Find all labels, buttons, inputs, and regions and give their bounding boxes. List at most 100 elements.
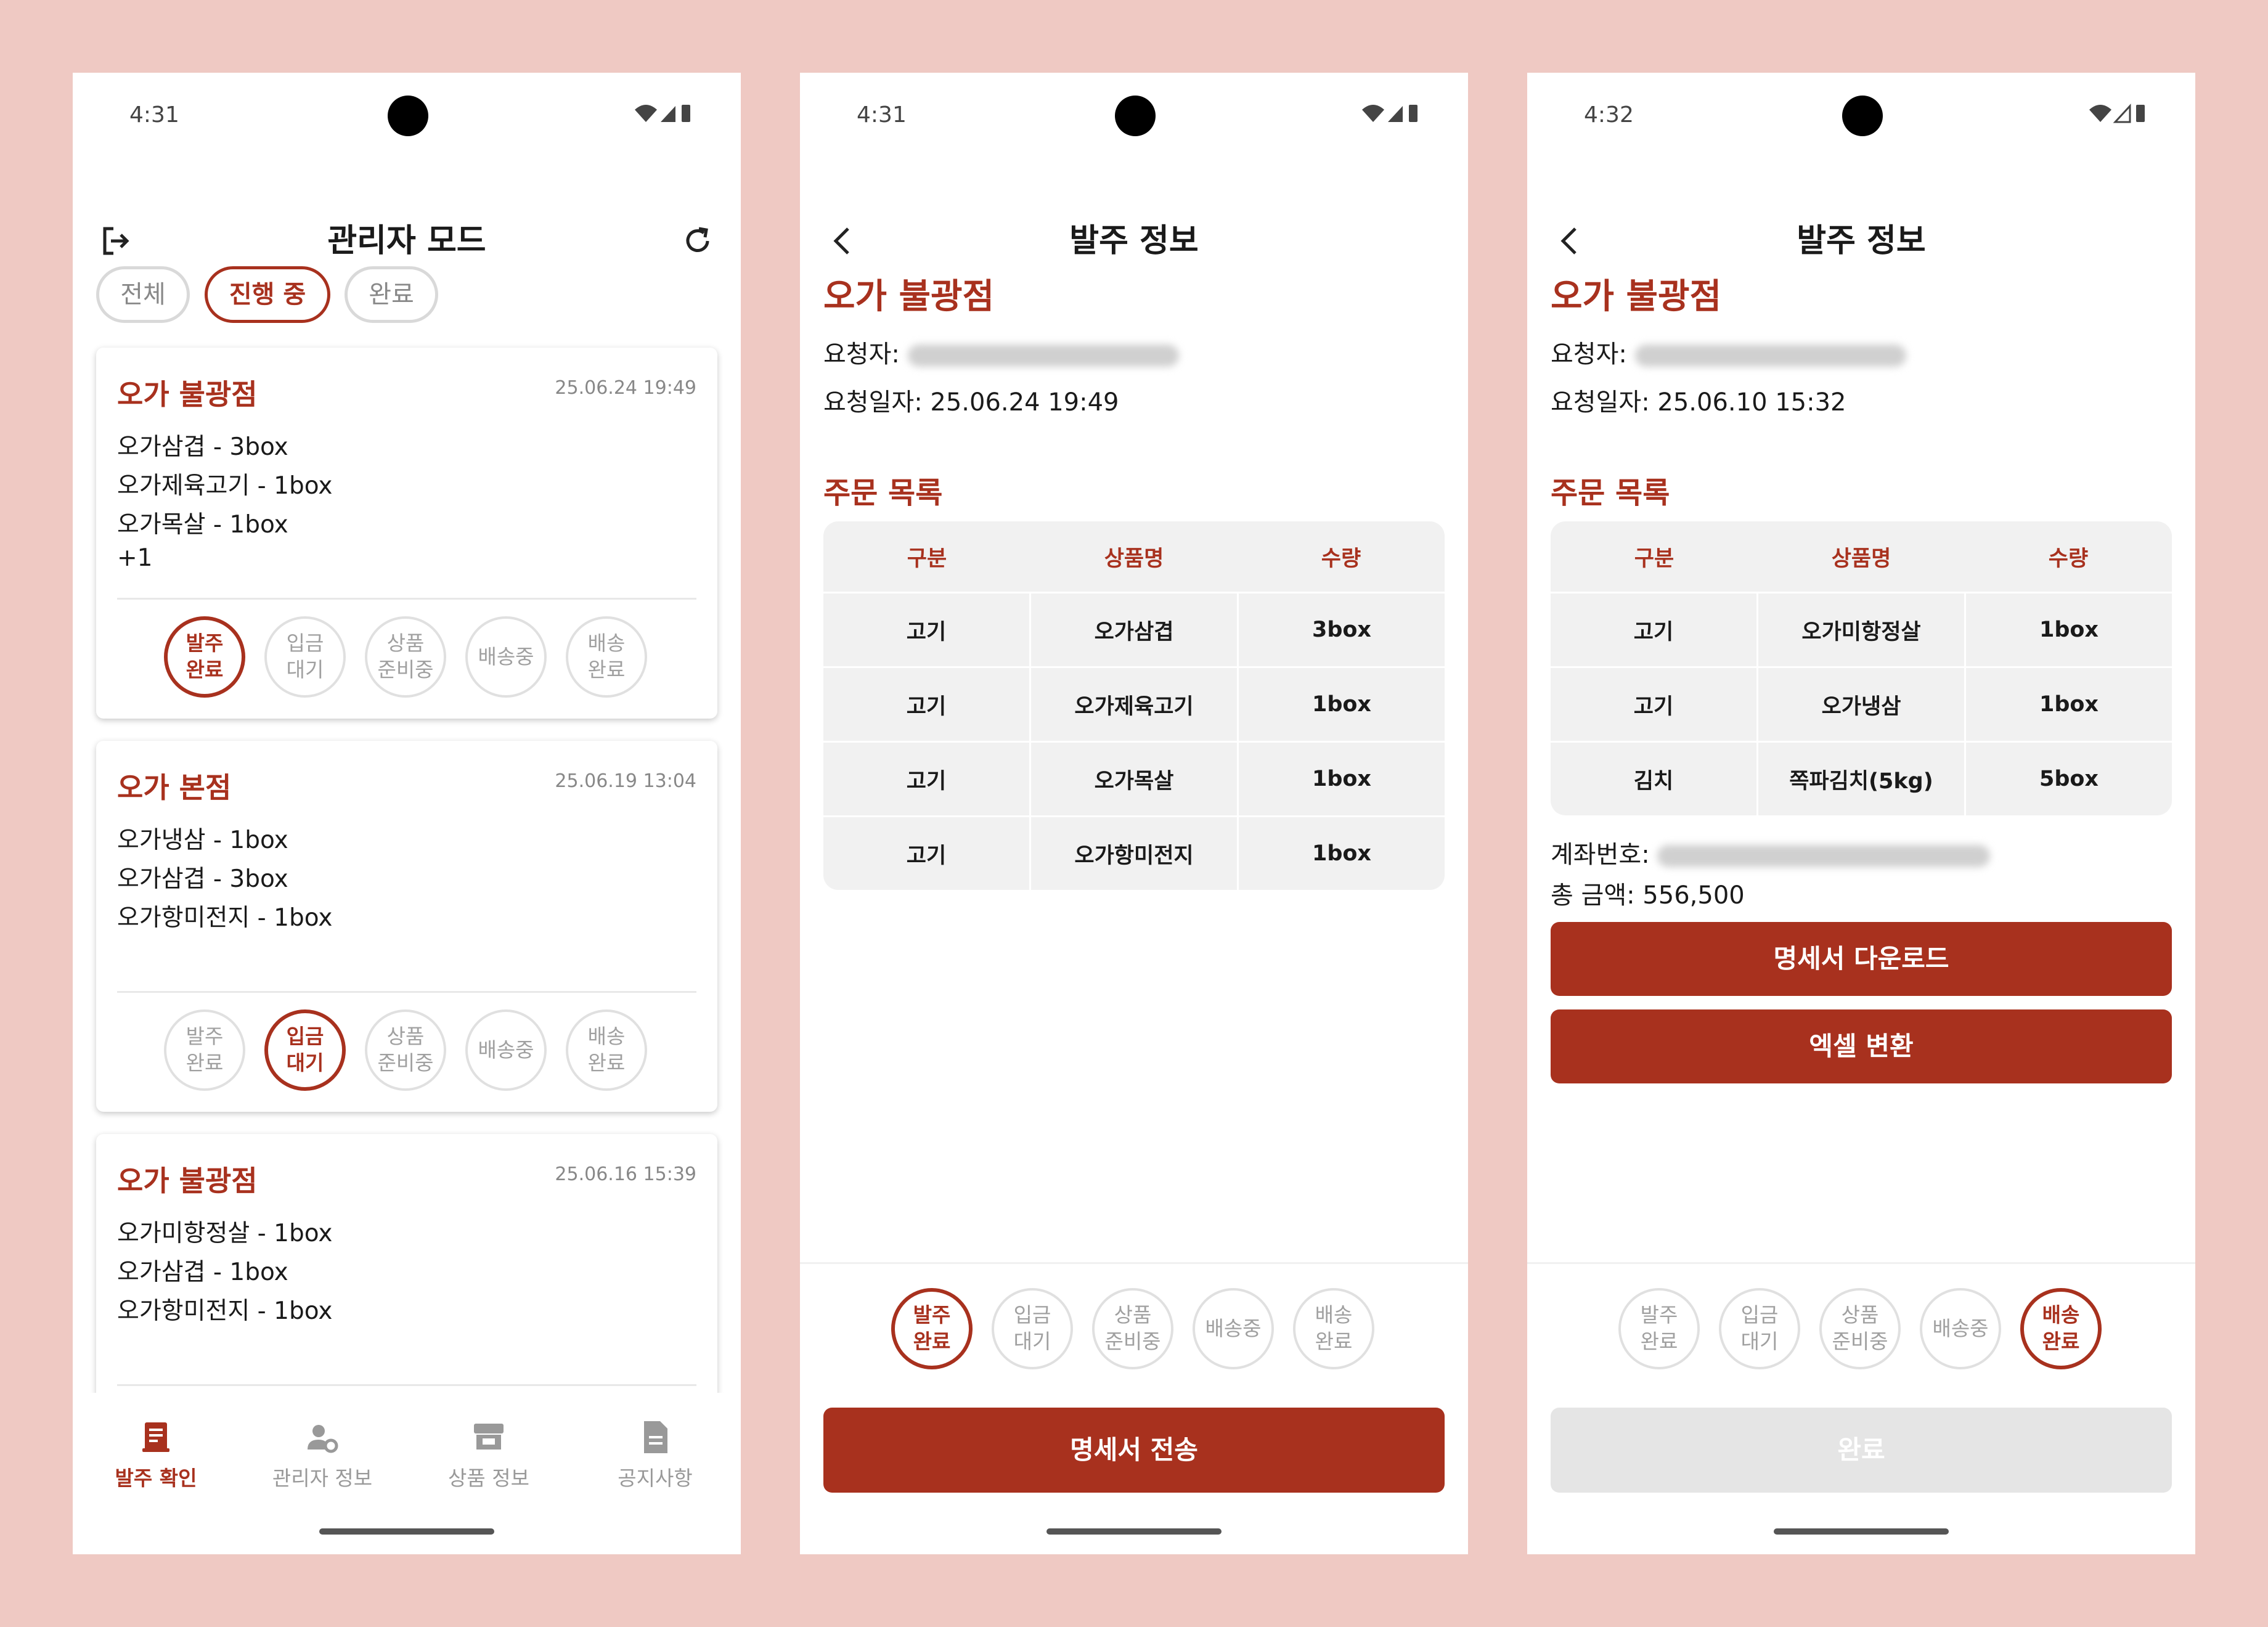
- cell-product: 쪽파김치(5kg): [1756, 743, 1964, 815]
- nav-label: 발주 확인: [115, 1466, 197, 1490]
- cell-product: 오가미항정살: [1756, 593, 1964, 666]
- cell-product: 오가제육고기: [1029, 668, 1237, 741]
- filter-in-progress[interactable]: 진행 중: [205, 266, 330, 323]
- home-indicator[interactable]: [319, 1528, 494, 1535]
- step-delivered[interactable]: 배송 완료: [1293, 1288, 1374, 1369]
- order-list-title: 주문 목록: [823, 476, 943, 510]
- order-item: 오가목살 - 1box: [117, 511, 288, 539]
- cell-category: 고기: [906, 619, 947, 645]
- step-order-complete[interactable]: 발주 완료: [1618, 1288, 1700, 1369]
- header-product: 상품명: [1831, 546, 1891, 571]
- cell-category: 고기: [1633, 619, 1674, 645]
- order-item: 오가미항정살 - 1box: [117, 1220, 333, 1247]
- requester-label: 요청자:: [1551, 340, 1627, 369]
- cell-product: 오가항미전지: [1029, 817, 1237, 890]
- send-statement-button[interactable]: 명세서 전송: [823, 1408, 1445, 1493]
- step-delivered[interactable]: 배송 완료: [2020, 1288, 2102, 1369]
- filter-done[interactable]: 완료: [345, 266, 438, 323]
- nav-product-info[interactable]: 상품 정보: [406, 1417, 572, 1491]
- order-list-title: 주문 목록: [1551, 476, 1670, 510]
- refresh-icon[interactable]: [679, 222, 716, 259]
- divider: [1527, 1262, 2195, 1264]
- phone-order-detail-complete: 4:32 발주 정보 오가 불광점 요청자: 요청일자: 25.06.10 15…: [1527, 73, 2195, 1554]
- order-item: 오가삼겹 - 3box: [117, 865, 288, 893]
- download-statement-button[interactable]: 명세서 다운로드: [1551, 922, 2172, 996]
- complete-button[interactable]: 완료: [1551, 1408, 2172, 1493]
- status-time: 4:31: [129, 102, 179, 128]
- step-shipping[interactable]: 배송중: [1920, 1288, 2001, 1369]
- step-preparing[interactable]: 상품 준비중: [365, 1009, 446, 1091]
- step-shipping[interactable]: 배송중: [1193, 1288, 1274, 1369]
- table-row: 고기 오가항미전지 1box: [823, 815, 1445, 890]
- header-quantity: 수량: [2048, 546, 2089, 571]
- cell-quantity: 1box: [1237, 817, 1445, 890]
- step-order-complete[interactable]: 발주 완료: [891, 1288, 973, 1369]
- order-card[interactable]: 오가 불광점 25.06.24 19:49 오가삼겹 - 3box 오가제육고기…: [96, 348, 717, 719]
- cell-quantity: 5box: [1964, 743, 2172, 815]
- requester-row: 요청자:: [1551, 334, 1906, 370]
- cell-category: 김치: [1633, 769, 1674, 794]
- table-row: 김치 쪽파김치(5kg) 5box: [1551, 741, 2172, 815]
- order-item: 오가삼겹 - 3box: [117, 433, 288, 461]
- status-bar: 4:31: [800, 73, 1468, 159]
- table-header: 구분 상품명 수량: [823, 521, 1445, 592]
- cell-category: 고기: [906, 694, 947, 719]
- order-item: 오가제육고기 - 1box: [117, 472, 333, 500]
- step-preparing[interactable]: 상품 준비중: [365, 616, 446, 698]
- table-row: 고기 오가제육고기 1box: [823, 666, 1445, 741]
- nav-order-check[interactable]: 발주 확인: [73, 1417, 239, 1491]
- step-payment-pending[interactable]: 입금 대기: [992, 1288, 1073, 1369]
- system-status-icons: [635, 105, 690, 122]
- request-date: 요청일자: 25.06.10 15:32: [1551, 388, 1846, 417]
- step-delivered[interactable]: 배송 완료: [566, 616, 647, 698]
- header-quantity: 수량: [1321, 546, 1361, 571]
- step-order-complete[interactable]: 발주 완료: [164, 1009, 245, 1091]
- step-payment-pending[interactable]: 입금 대기: [1719, 1288, 1800, 1369]
- order-date: 25.06.16 15:39: [555, 1164, 696, 1185]
- step-shipping[interactable]: 배송중: [465, 1009, 547, 1091]
- status-bar: 4:32: [1527, 73, 2195, 159]
- cell-product: 오가냉삼: [1756, 668, 1964, 741]
- cell-category: 고기: [906, 769, 947, 794]
- page-title: 관리자 모드: [327, 222, 486, 259]
- step-order-complete[interactable]: 발주 완료: [164, 616, 245, 698]
- cell-quantity: 1box: [1237, 743, 1445, 815]
- request-date: 요청일자: 25.06.24 19:49: [823, 388, 1119, 417]
- cell-category: 고기: [1633, 694, 1674, 719]
- cell-quantity: 3box: [1237, 593, 1445, 666]
- order-date: 25.06.24 19:49: [555, 377, 696, 399]
- more-items-count: +1: [117, 544, 153, 572]
- app-header: 관리자 모드: [73, 207, 741, 275]
- order-card[interactable]: 오가 본점 25.06.19 13:04 오가냉삼 - 1box 오가삼겹 - …: [96, 741, 717, 1112]
- step-preparing[interactable]: 상품 준비중: [1092, 1288, 1173, 1369]
- cell-quantity: 1box: [1237, 668, 1445, 741]
- step-payment-pending[interactable]: 입금 대기: [264, 1009, 346, 1091]
- requester-redacted: [907, 345, 1179, 367]
- divider: [800, 1262, 1468, 1264]
- order-table: 구분 상품명 수량 고기 오가미항정살 1box 고기 오가냉삼 1box 김치…: [1551, 521, 2172, 815]
- nav-label: 공지사항: [618, 1466, 693, 1490]
- page-title: 발주 정보: [1069, 222, 1199, 259]
- home-indicator[interactable]: [1046, 1528, 1222, 1535]
- table-row: 고기 오가목살 1box: [823, 741, 1445, 815]
- nav-label: 상품 정보: [448, 1466, 529, 1490]
- step-delivered[interactable]: 배송 완료: [566, 1009, 647, 1091]
- step-payment-pending[interactable]: 입금 대기: [264, 616, 346, 698]
- table-row: 고기 오가삼겹 3box: [823, 592, 1445, 666]
- filter-all[interactable]: 전체: [96, 266, 190, 323]
- system-status-icons: [1362, 105, 1418, 122]
- step-preparing[interactable]: 상품 준비중: [1819, 1288, 1901, 1369]
- excel-export-button[interactable]: 엑셀 변환: [1551, 1009, 2172, 1083]
- requester-row: 요청자:: [823, 334, 1179, 370]
- phone-order-detail: 4:31 발주 정보 오가 불광점 요청자: 요청일자: 25.06.24 19…: [800, 73, 1468, 1554]
- nav-admin-info[interactable]: 관리자 정보: [239, 1417, 406, 1491]
- store-name: 오가 불광점: [117, 378, 258, 411]
- order-item: 오가삼겹 - 1box: [117, 1258, 288, 1286]
- status-bar: 4:31: [73, 73, 741, 159]
- step-shipping[interactable]: 배송중: [465, 616, 547, 698]
- nav-notice[interactable]: 공지사항: [572, 1417, 738, 1491]
- order-item: 오가항미전지 - 1box: [117, 1297, 333, 1325]
- table-header: 구분 상품명 수량: [1551, 521, 2172, 592]
- home-indicator[interactable]: [1774, 1528, 1949, 1535]
- system-status-icons: [2089, 104, 2145, 123]
